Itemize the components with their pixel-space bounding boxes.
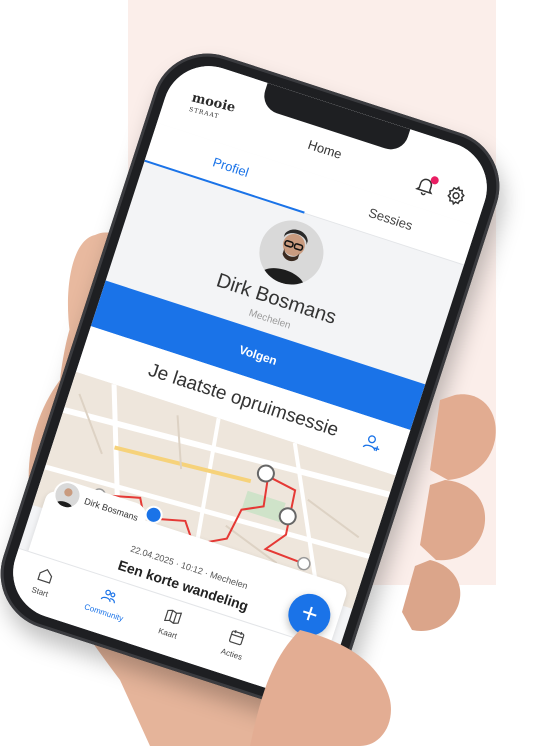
- community-icon: [100, 589, 116, 604]
- home-icon: [36, 568, 52, 584]
- map-icon: [163, 609, 183, 624]
- person-add-icon[interactable]: [360, 430, 385, 455]
- gear-icon[interactable]: [442, 182, 470, 210]
- avatar: [251, 212, 332, 293]
- nav-label: Community: [83, 602, 125, 624]
- calendar-icon: [229, 630, 245, 646]
- nav-label: Profiel: [283, 667, 308, 683]
- person-icon: [292, 651, 306, 667]
- nav-label: Start: [30, 585, 50, 599]
- nav-label: Kaart: [157, 626, 179, 641]
- bell-icon[interactable]: [412, 172, 440, 200]
- owner-avatar: [52, 480, 83, 511]
- header-actions: [412, 172, 470, 210]
- nav-label: Acties: [219, 646, 244, 662]
